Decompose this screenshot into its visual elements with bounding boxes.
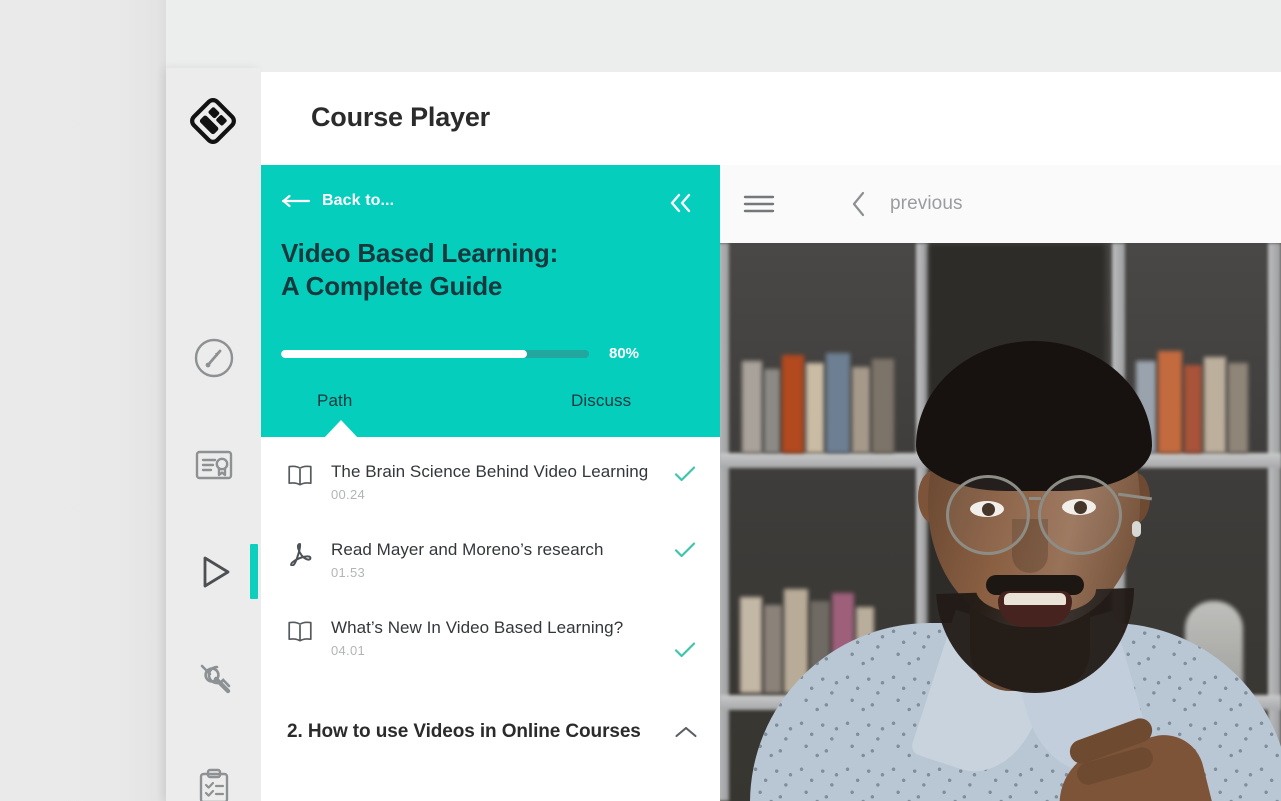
- lesson-completed-check: [674, 617, 720, 659]
- lesson-icon: [287, 539, 331, 571]
- lesson-title: Read Mayer and Moreno’s research: [331, 540, 604, 559]
- course-title: Video Based Learning: A Complete Guide: [281, 237, 681, 303]
- teeth: [1004, 593, 1066, 605]
- back-link[interactable]: Back to...: [281, 192, 394, 210]
- app-logo[interactable]: [188, 96, 238, 146]
- lesson-list: The Brain Science Behind Video Learning …: [261, 437, 720, 743]
- lesson-body: The Brain Science Behind Video Learning …: [331, 461, 674, 502]
- sidebar-item-assignments[interactable]: [166, 732, 261, 801]
- tab-path[interactable]: Path: [317, 385, 352, 411]
- video-player-pane: previous: [720, 165, 1281, 801]
- lesson-duration: 04.01: [331, 643, 366, 659]
- chevron-left-icon: [852, 191, 865, 217]
- instructor-portrait: [750, 293, 1281, 801]
- open-book-icon: [288, 465, 312, 486]
- hamburger-menu-icon: [743, 195, 775, 213]
- course-section-header[interactable]: 2. How to use Videos in Online Courses: [261, 695, 720, 743]
- active-indicator: [250, 544, 258, 599]
- book: [1228, 363, 1248, 453]
- page-backdrop: [0, 0, 166, 801]
- lesson-completed-check: [674, 461, 720, 483]
- previous-button[interactable]: previous: [850, 190, 963, 218]
- lesson-body: What’s New In Video Based Learning? 04.0…: [331, 617, 674, 658]
- book: [764, 605, 782, 693]
- certificate-icon: [195, 450, 232, 479]
- list-item[interactable]: The Brain Science Behind Video Learning …: [261, 461, 720, 513]
- clipboard-checklist-icon: [199, 768, 228, 801]
- left-sidebar: [166, 68, 261, 801]
- course-panel-header: Back to... Video Based Learning: A Compl…: [261, 165, 720, 438]
- lesson-title: The Brain Science Behind Video Learning: [331, 462, 649, 481]
- book: [742, 361, 762, 453]
- collapse-panel-button[interactable]: [664, 187, 698, 219]
- section-toggle[interactable]: [672, 725, 698, 739]
- pdf-acrobat-icon: [290, 543, 312, 567]
- lesson-icon: [287, 461, 331, 491]
- book: [740, 597, 762, 693]
- check-icon: [674, 466, 696, 482]
- chevron-double-left-icon: [670, 193, 691, 213]
- course-panel: Back to... Video Based Learning: A Compl…: [261, 165, 720, 801]
- course-section-title: 2. How to use Videos in Online Courses: [287, 721, 641, 742]
- wrench-icon: [200, 664, 230, 693]
- lesson-title: What’s New In Video Based Learning?: [331, 618, 624, 637]
- progress-fill: [281, 349, 528, 358]
- previous-label: previous: [890, 193, 963, 214]
- play-triangle-icon: [203, 556, 229, 587]
- speedometer-icon: [194, 338, 233, 377]
- sidebar-nav: [166, 304, 261, 801]
- check-icon: [674, 542, 696, 558]
- book: [764, 369, 780, 453]
- lesson-duration: 01.53: [331, 565, 366, 581]
- course-title-line-1: Video Based Learning:: [281, 238, 559, 268]
- progress-track: [281, 349, 589, 358]
- sidebar-item-certificates[interactable]: [166, 411, 261, 518]
- sidebar-item-dashboard[interactable]: [166, 304, 261, 411]
- docebo-diamond-logo-icon: [190, 98, 236, 144]
- eyeglass-lens-right: [1038, 475, 1122, 555]
- player-toolbar: previous: [720, 165, 1281, 243]
- player-menu-button[interactable]: [738, 192, 780, 216]
- header-card: Course Player: [261, 72, 1281, 165]
- course-title-line-2: A Complete Guide: [281, 271, 503, 302]
- app-root: Course Player Back to... Video Based Lea…: [0, 0, 1281, 801]
- progress-percent-label: 80%: [609, 345, 640, 362]
- check-icon: [674, 642, 696, 658]
- lesson-completed-check: [674, 539, 720, 559]
- page-title: Course Player: [311, 102, 490, 132]
- lesson-body: Read Mayer and Moreno’s research 01.53: [331, 539, 674, 580]
- book: [782, 355, 804, 453]
- chevron-up-icon: [675, 726, 697, 738]
- list-item[interactable]: Read Mayer and Moreno’s research 01.53: [261, 539, 720, 591]
- tab-discuss[interactable]: Discuss: [571, 385, 631, 411]
- course-tabs: Path Discuss: [261, 385, 720, 438]
- lesson-duration: 00.24: [331, 487, 366, 503]
- eyeglass-bridge: [1029, 497, 1041, 500]
- video-still[interactable]: [720, 243, 1281, 801]
- shelf-divider: [720, 243, 729, 801]
- back-link-label: Back to...: [322, 192, 395, 209]
- sidebar-item-player[interactable]: [166, 518, 261, 625]
- eyeglass-lens-left: [946, 475, 1030, 555]
- course-progress: 80%: [281, 345, 701, 362]
- shelf-divider: [1268, 243, 1281, 801]
- list-item[interactable]: What’s New In Video Based Learning? 04.0…: [261, 617, 720, 669]
- arrow-left-icon: [281, 194, 311, 208]
- active-tab-pointer: [324, 420, 358, 438]
- open-book-icon: [288, 621, 312, 642]
- lesson-icon: [287, 617, 331, 647]
- sidebar-item-tools[interactable]: [166, 625, 261, 732]
- earring: [1132, 521, 1141, 537]
